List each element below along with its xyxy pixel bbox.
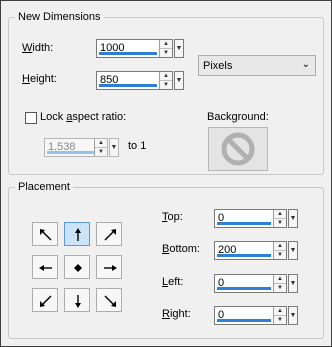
aspect-ratio-bar bbox=[47, 151, 97, 154]
aspect-ratio-input[interactable]: 1,538 ▲ ▼ ▼ bbox=[44, 138, 119, 157]
top-dropdown-icon[interactable]: ▼ bbox=[288, 209, 298, 228]
chevron-down-icon: ⌄ bbox=[301, 59, 310, 70]
right-input[interactable]: 0 ▲ ▼ ▼ bbox=[214, 306, 298, 325]
width-dropdown-icon[interactable]: ▼ bbox=[174, 39, 184, 58]
height-label: Height: bbox=[22, 73, 57, 85]
width-progress-bar bbox=[99, 52, 157, 55]
left-up-arrow-icon[interactable]: ▲ bbox=[274, 275, 286, 284]
bottom-input[interactable]: 200 ▲ ▼ ▼ bbox=[214, 241, 298, 260]
aspect-ratio-spin-arrows[interactable]: ▲ ▼ bbox=[94, 139, 107, 156]
bottom-dropdown-icon[interactable]: ▼ bbox=[288, 241, 298, 260]
left-input[interactable]: 0 ▲ ▼ ▼ bbox=[214, 274, 298, 293]
placement-top-center-button[interactable] bbox=[64, 222, 90, 246]
to-one-label: to 1 bbox=[128, 140, 147, 152]
lock-aspect-ratio-label[interactable]: Lock aspect ratio: bbox=[40, 111, 126, 123]
top-up-arrow-icon[interactable]: ▲ bbox=[274, 210, 286, 219]
bottom-center-arrow-icon bbox=[75, 295, 81, 308]
new-dimensions-title: New Dimensions bbox=[15, 11, 104, 23]
placement-middle-right-button[interactable] bbox=[96, 255, 122, 279]
top-down-arrow-icon[interactable]: ▼ bbox=[274, 219, 286, 227]
height-spin-arrows[interactable]: ▲ ▼ bbox=[159, 72, 172, 89]
top-label: Top: bbox=[162, 211, 183, 223]
top-right-arrow-icon bbox=[104, 229, 116, 241]
placement-top-left-button[interactable] bbox=[32, 222, 58, 246]
right-bar bbox=[217, 319, 271, 322]
width-spin-arrows[interactable]: ▲ ▼ bbox=[159, 40, 172, 57]
bottom-left-arrow-icon bbox=[40, 295, 52, 307]
width-input[interactable]: 1000 ▲ ▼ ▼ bbox=[96, 39, 184, 58]
middle-left-arrow-icon bbox=[39, 265, 52, 271]
placement-middle-left-button[interactable] bbox=[32, 255, 58, 279]
center-arrow-icon bbox=[74, 264, 82, 272]
top-spin-arrows[interactable]: ▲ ▼ bbox=[273, 210, 286, 227]
aspect-ratio-down-arrow-icon[interactable]: ▼ bbox=[95, 148, 107, 156]
height-down-arrow-icon[interactable]: ▼ bbox=[160, 81, 172, 89]
aspect-ratio-dropdown-icon[interactable]: ▼ bbox=[109, 138, 119, 157]
middle-right-arrow-icon bbox=[104, 265, 117, 271]
placement-bottom-center-button[interactable] bbox=[64, 288, 90, 312]
width-down-arrow-icon[interactable]: ▼ bbox=[160, 49, 172, 57]
top-bar bbox=[217, 222, 271, 225]
lock-aspect-ratio-checkbox[interactable] bbox=[25, 112, 37, 124]
height-progress-bar bbox=[99, 84, 157, 87]
bottom-spin-arrows[interactable]: ▲ ▼ bbox=[273, 242, 286, 259]
width-label: Width: bbox=[22, 42, 54, 54]
right-spin-arrows[interactable]: ▲ ▼ bbox=[273, 307, 286, 324]
background-color-swatch[interactable] bbox=[208, 127, 268, 171]
left-label: Left: bbox=[162, 276, 184, 288]
left-bar bbox=[217, 287, 271, 290]
height-input[interactable]: 850 ▲ ▼ ▼ bbox=[96, 71, 184, 90]
placement-center-button[interactable] bbox=[64, 255, 90, 279]
bottom-down-arrow-icon[interactable]: ▼ bbox=[274, 251, 286, 259]
background-label: Background: bbox=[207, 111, 269, 123]
right-down-arrow-icon[interactable]: ▼ bbox=[274, 316, 286, 324]
height-up-arrow-icon[interactable]: ▲ bbox=[160, 72, 172, 81]
left-spin-arrows[interactable]: ▲ ▼ bbox=[273, 275, 286, 292]
top-input[interactable]: 0 ▲ ▼ ▼ bbox=[214, 209, 298, 228]
right-up-arrow-icon[interactable]: ▲ bbox=[274, 307, 286, 316]
placement-top-right-button[interactable] bbox=[96, 222, 122, 246]
placement-title: Placement bbox=[15, 181, 73, 193]
bottom-bar bbox=[217, 254, 271, 257]
bottom-label: Bottom: bbox=[162, 243, 200, 255]
placement-bottom-left-button[interactable] bbox=[32, 288, 58, 312]
left-down-arrow-icon[interactable]: ▼ bbox=[274, 284, 286, 292]
top-left-arrow-icon bbox=[40, 229, 52, 241]
right-label: Right: bbox=[162, 308, 191, 320]
width-up-arrow-icon[interactable]: ▲ bbox=[160, 40, 172, 49]
units-select[interactable]: Pixels ⌄ bbox=[198, 55, 316, 76]
right-dropdown-icon[interactable]: ▼ bbox=[288, 306, 298, 325]
no-color-icon bbox=[221, 132, 255, 166]
left-dropdown-icon[interactable]: ▼ bbox=[288, 274, 298, 293]
top-center-arrow-icon bbox=[75, 228, 81, 241]
bottom-up-arrow-icon[interactable]: ▲ bbox=[274, 242, 286, 251]
placement-bottom-right-button[interactable] bbox=[96, 288, 122, 312]
units-value: Pixels bbox=[203, 60, 233, 72]
bottom-right-arrow-icon bbox=[104, 295, 116, 307]
aspect-ratio-up-arrow-icon[interactable]: ▲ bbox=[95, 139, 107, 148]
height-dropdown-icon[interactable]: ▼ bbox=[174, 71, 184, 90]
